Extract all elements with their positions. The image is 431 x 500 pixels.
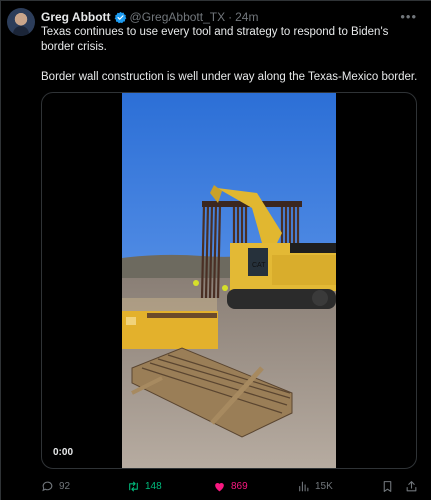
author-name[interactable]: Greg Abbott [41,10,111,24]
like-icon [215,482,224,491]
tweet-text-line2: Border wall construction is well under w… [41,71,418,83]
share-button[interactable] [405,478,423,494]
tweet-text-line1: Texas continues to use every tool and st… [41,26,389,53]
media-container[interactable]: CAT 0:00 [41,92,417,469]
video-frame: CAT [122,93,336,468]
retweet-count: 148 [145,480,162,492]
author-handle[interactable]: @GregAbbott_TX [130,10,226,24]
share-icon [406,480,417,491]
retweet-icon [129,481,138,491]
tweet-header: Greg Abbott @GregAbbott_TX · 24m [41,9,258,25]
reply-button[interactable]: 92 [41,478,70,494]
avatar[interactable] [7,8,35,36]
reply-icon [42,481,53,491]
tweet-time[interactable]: 24m [235,10,258,24]
more-icon[interactable]: ••• [400,9,417,24]
action-bar: 92 148 869 15K [41,478,421,494]
views-button[interactable]: 15K [297,478,333,494]
video-player[interactable]: CAT [122,93,336,468]
retweet-button[interactable]: 148 [127,478,162,494]
separator-dot: · [228,10,233,24]
like-count: 869 [231,480,248,492]
tweet-text: Texas continues to use every tool and st… [41,25,421,100]
views-icon [299,481,309,491]
views-count: 15K [315,480,333,492]
bookmark-icon [383,480,392,492]
tweet[interactable]: Greg Abbott @GregAbbott_TX · 24m ••• Tex… [0,0,431,500]
bookmark-button[interactable] [381,478,399,494]
reply-count: 92 [59,480,71,492]
svg-text:CAT: CAT [252,262,266,269]
video-timecode: 0:00 [53,447,74,458]
verified-badge-icon [114,11,126,23]
like-button[interactable]: 869 [213,478,248,494]
